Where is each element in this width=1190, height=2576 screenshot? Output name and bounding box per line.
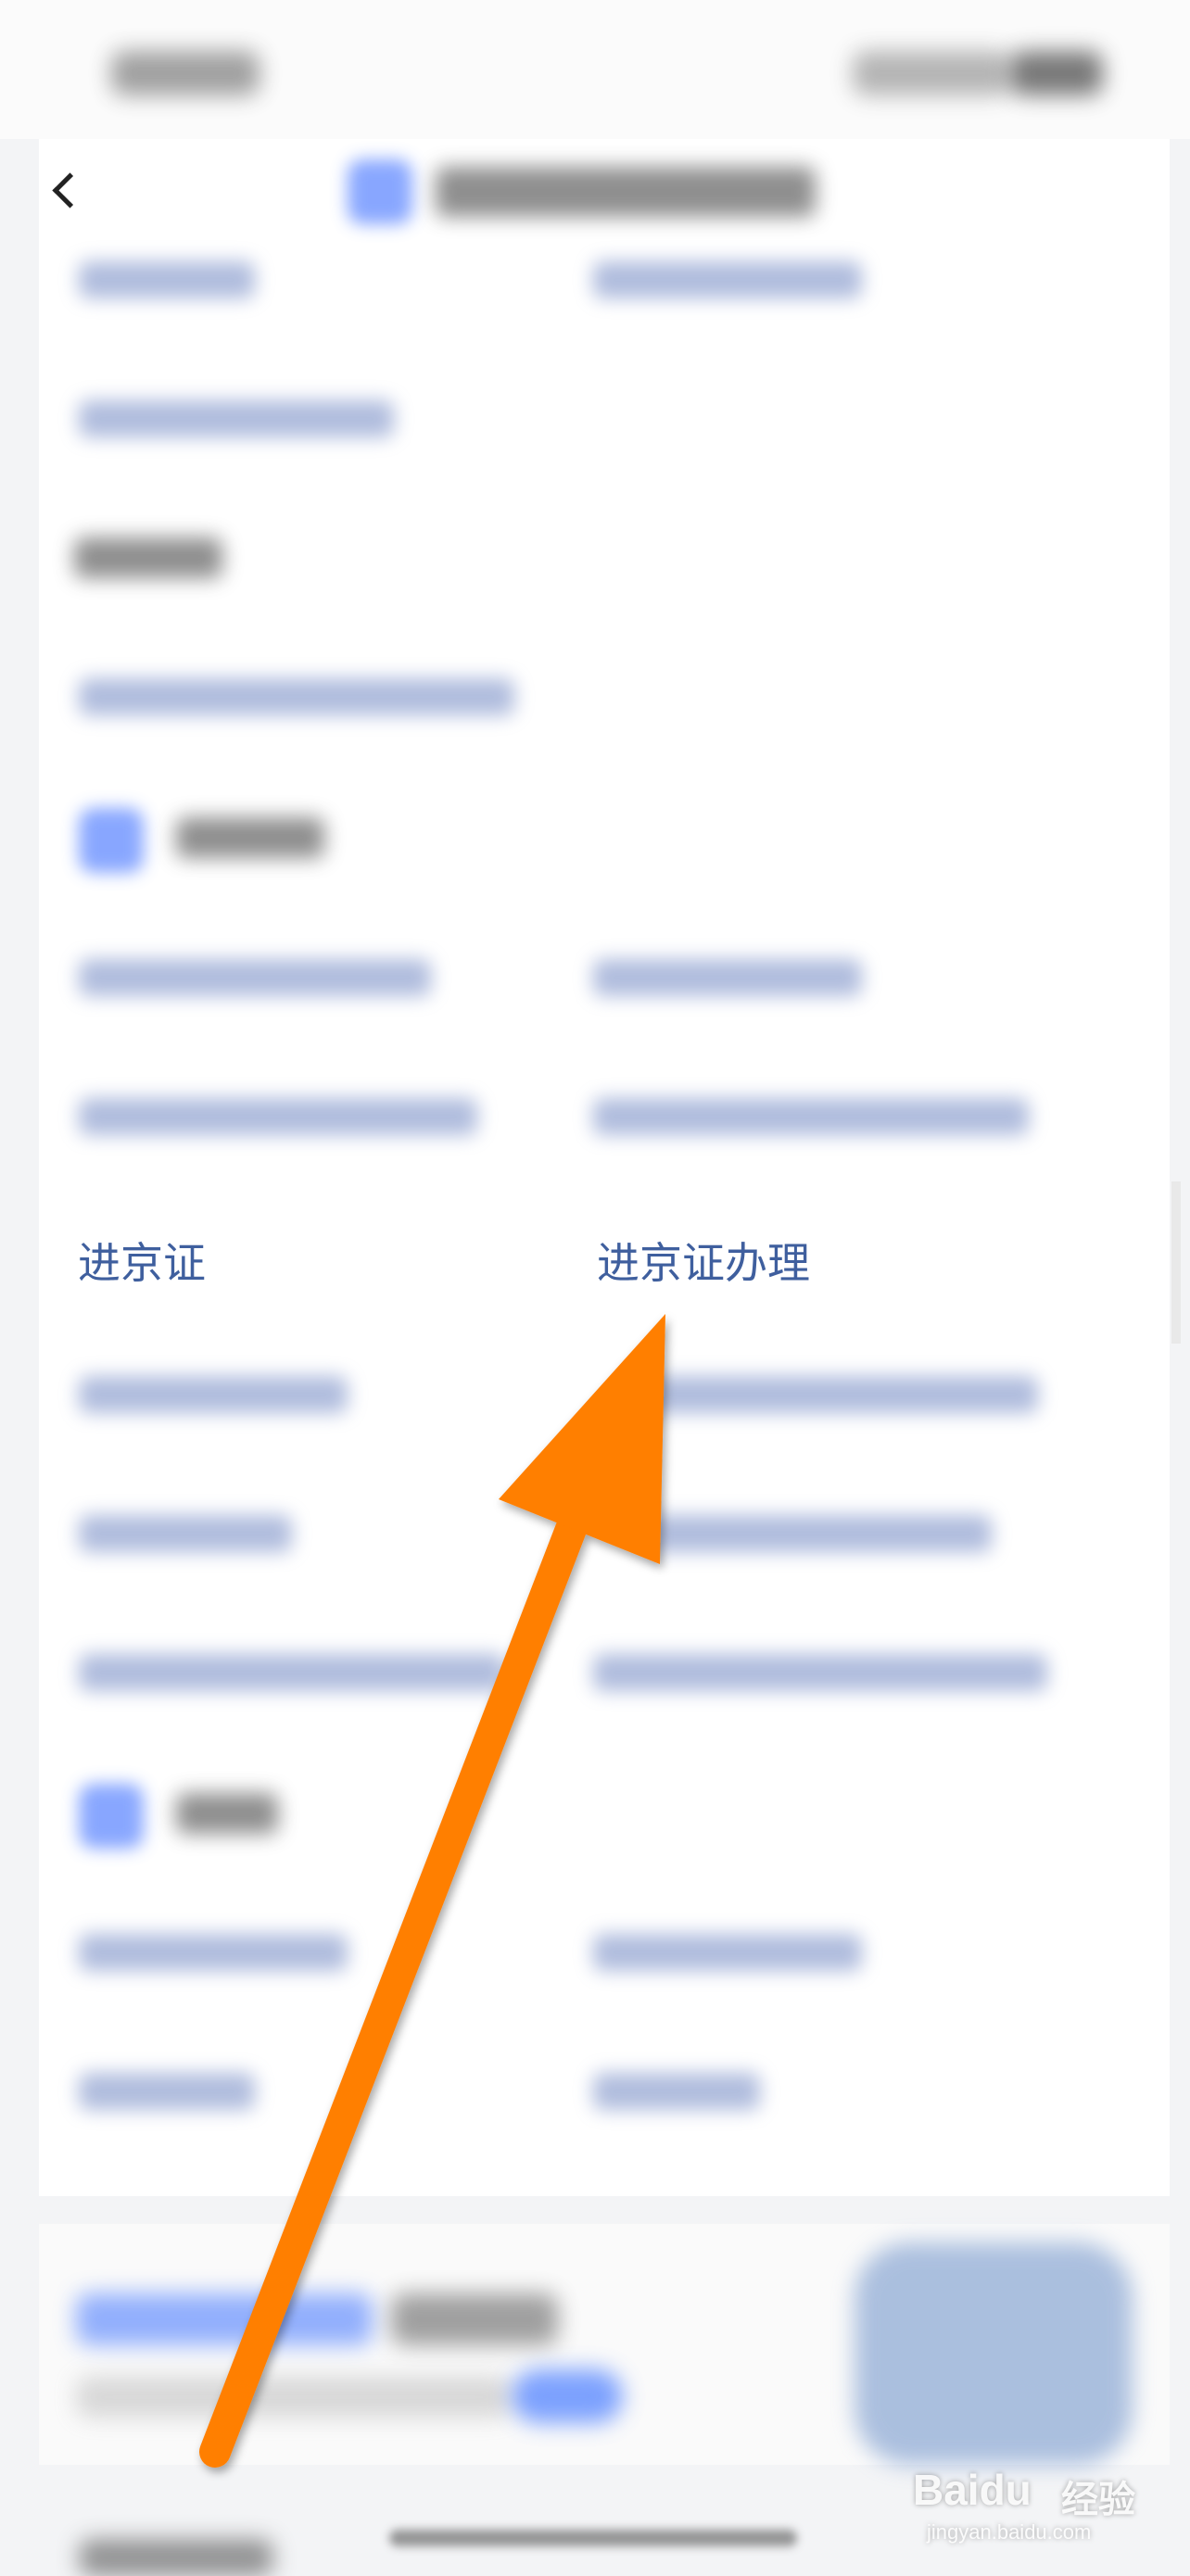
watermark-subtitle: 经验 [1061, 2480, 1135, 2520]
tutorial-arrow-icon [199, 1314, 665, 2468]
watermark-brand: Baidu [913, 2466, 1032, 2514]
watermark-url: jingyan.baidu.com [927, 2520, 1092, 2544]
